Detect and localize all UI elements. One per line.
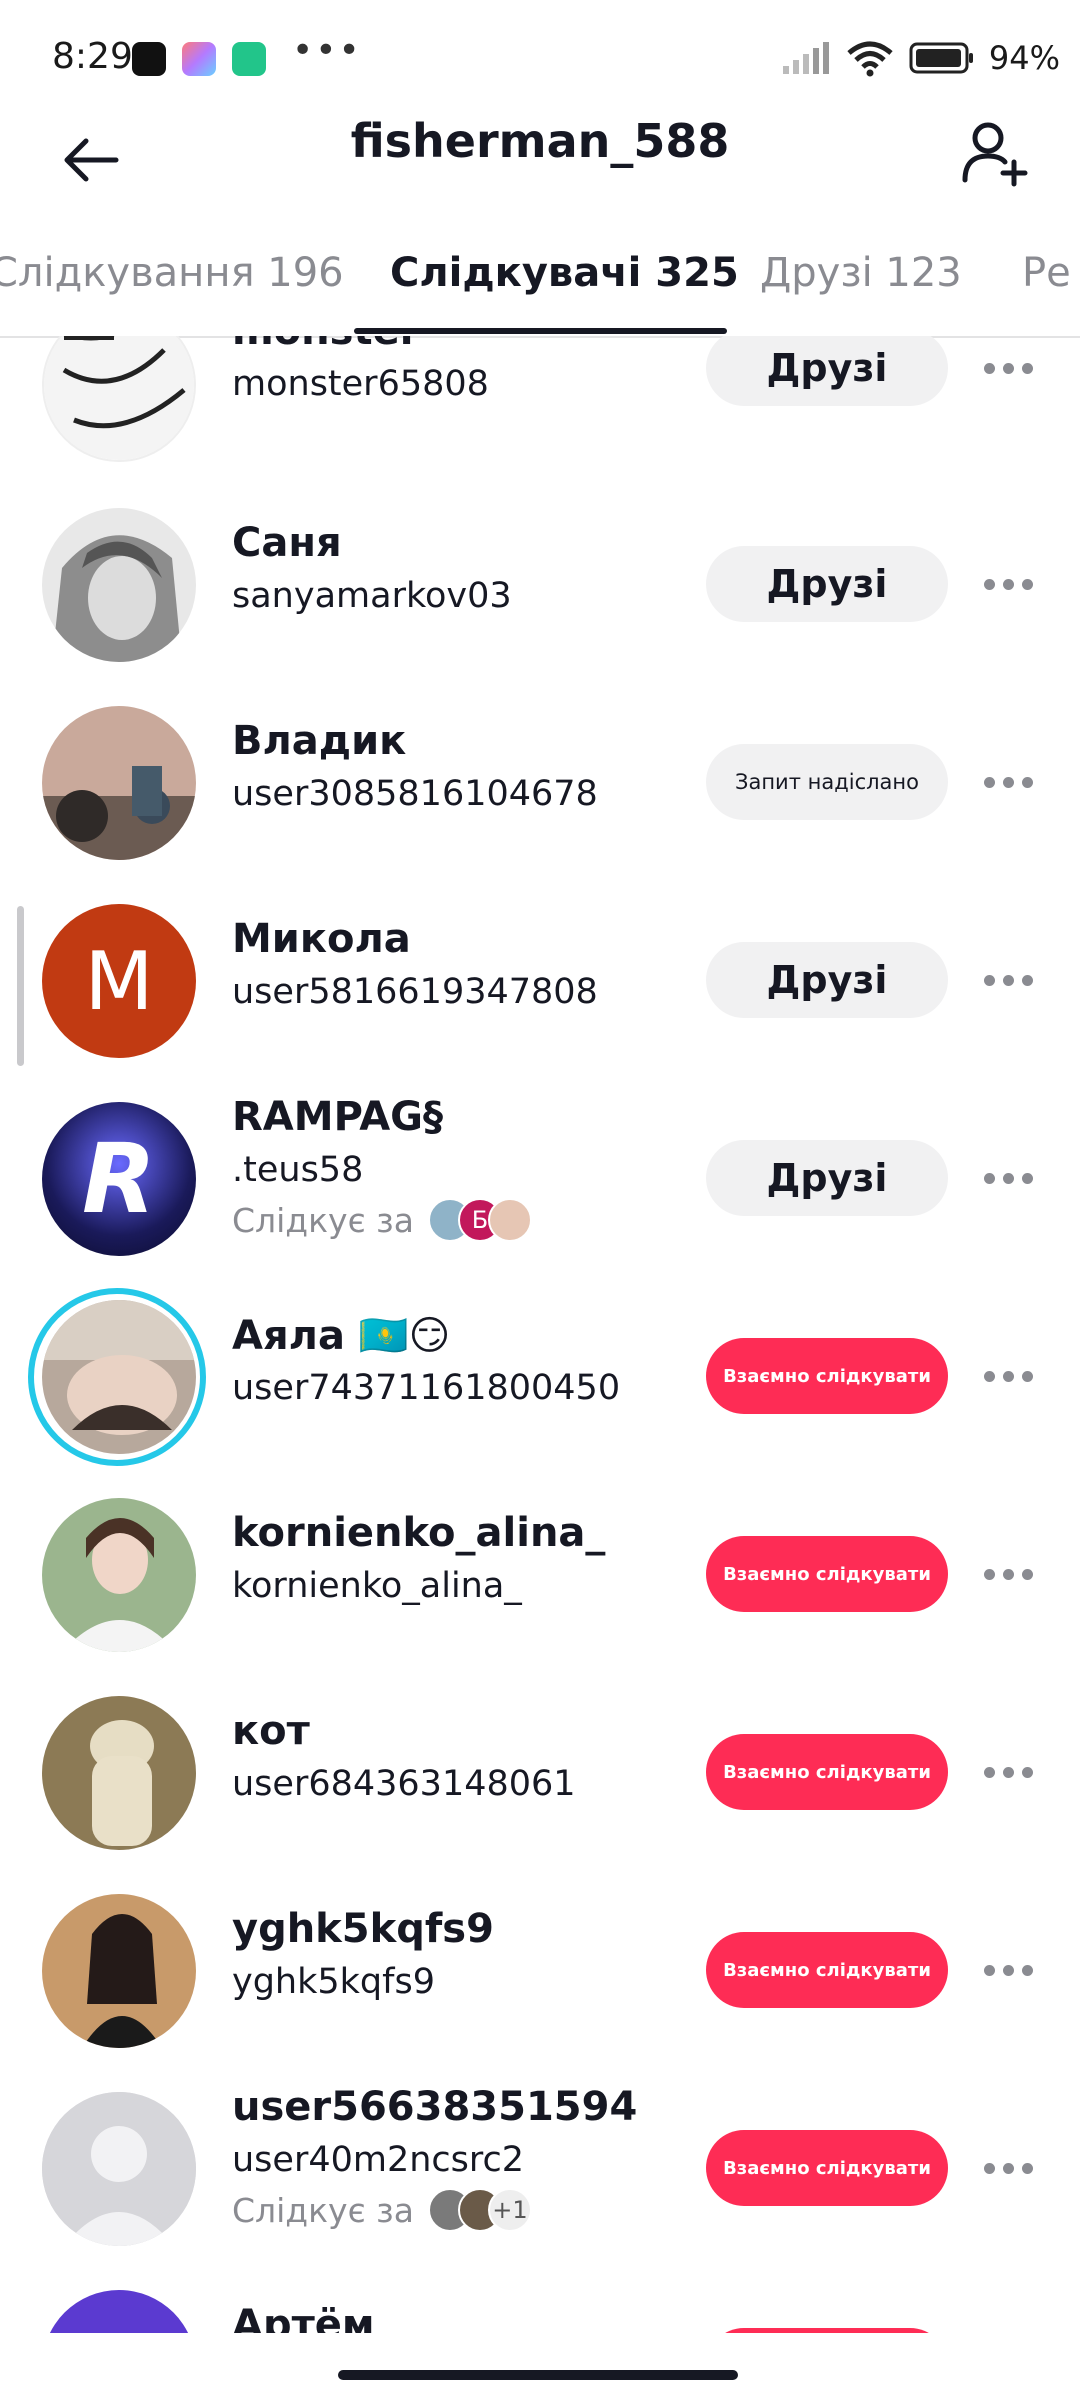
more-options-button[interactable] — [968, 554, 1048, 614]
user-name: Владик — [232, 718, 407, 764]
follow-back-button[interactable]: Взаємно слідкувати — [706, 2130, 948, 2206]
tab-bar: Слідкування 196 Слідкувачі 325 Друзі 123… — [0, 232, 1080, 338]
follow-back-button[interactable]: Взаємно слідкувати — [706, 1338, 948, 1414]
avatar[interactable]: M — [42, 904, 196, 1058]
more-options-button[interactable] — [968, 1148, 1048, 1208]
add-user-icon — [962, 122, 1028, 187]
avatar[interactable] — [42, 1696, 196, 1850]
add-friend-button[interactable] — [950, 108, 1040, 198]
user-handle: user684363148061 — [232, 1764, 576, 1804]
follow-back-button[interactable]: Взаємно слідкувати — [706, 1536, 948, 1612]
follow-back-button[interactable]: Взаємно слідкувати — [706, 1734, 948, 1810]
avatar[interactable] — [42, 508, 196, 662]
follow-back-button[interactable] — [706, 2328, 948, 2333]
battery-icon — [909, 42, 973, 74]
user-name: Микола — [232, 916, 411, 962]
avatar[interactable] — [42, 1300, 196, 1454]
scroll-indicator[interactable] — [17, 906, 24, 1066]
user-name: monster — [232, 336, 419, 354]
user-handle: user40m2ncsrc2 — [232, 2140, 525, 2180]
user-handle: monster65808 — [232, 364, 489, 404]
user-name: Аяла 🇰🇿😏 — [232, 1313, 451, 1359]
followed-by-label: Слідкує за — [232, 2190, 414, 2230]
status-time: 8:29 — [52, 36, 133, 77]
user-name: yghk5kqfs9 — [232, 1906, 494, 1952]
avatar[interactable]: R — [42, 1102, 196, 1256]
avatar[interactable] — [42, 336, 196, 462]
list-item[interactable]: user56638351594 user40m2ncsrc2 Слідкує з… — [0, 2078, 1080, 2276]
tab-friends[interactable]: Друзі 123 — [760, 250, 962, 296]
status-bar: 8:29 ••• 94% — [0, 0, 1080, 112]
list-item[interactable]: yghk5kqfs9 yghk5kqfs9 Взаємно слідкувати — [0, 1880, 1080, 2078]
user-name: user56638351594 — [232, 2084, 638, 2130]
avatar[interactable] — [42, 1498, 196, 1652]
more-options-button[interactable] — [968, 752, 1048, 812]
follow-back-button[interactable]: Взаємно слідкувати — [706, 1932, 948, 2008]
list-item[interactable]: Артём — [0, 2276, 1080, 2333]
signal-icon — [782, 42, 829, 74]
list-item[interactable]: kornienko_alina_ kornienko_alina_ Взаємн… — [0, 1484, 1080, 1682]
user-handle: user74371161800450 — [232, 1368, 621, 1408]
user-handle: kornienko_alina_ — [232, 1566, 522, 1606]
active-tab-indicator — [354, 328, 727, 334]
user-handle: yghk5kqfs9 — [232, 1962, 435, 2002]
request-sent-button[interactable]: Запит надіслано — [706, 744, 948, 820]
tab-recommended[interactable]: Ре — [1022, 250, 1071, 296]
avatar[interactable] — [42, 706, 196, 860]
wifi-icon — [847, 41, 893, 77]
friends-button[interactable]: Друзі — [706, 336, 948, 406]
battery-percentage: 94% — [988, 39, 1060, 77]
list-item[interactable]: Владик user3085816104678 Запит надіслано — [0, 692, 1080, 890]
more-options-button[interactable] — [968, 1346, 1048, 1406]
more-options-button[interactable] — [968, 1544, 1048, 1604]
user-handle: .teus58 — [232, 1150, 364, 1190]
gallery-app-icon — [182, 42, 216, 76]
more-followers-count: +1 — [487, 2188, 532, 2232]
mini-avatar — [487, 1198, 532, 1242]
user-name: RAMPAG§ — [232, 1094, 443, 1140]
avatar-letter: R — [82, 1123, 156, 1235]
default-avatar-icon — [42, 2092, 196, 2246]
header: fisherman_588 — [0, 100, 1080, 230]
more-notifications-icon: ••• — [292, 30, 362, 71]
more-options-button[interactable] — [968, 950, 1048, 1010]
page-title: fisherman_588 — [350, 114, 730, 168]
followed-by: Слідкує за Б — [232, 1198, 532, 1242]
list-item[interactable]: M Микола user5816619347808 Друзі — [0, 890, 1080, 1088]
followers-list[interactable]: monster monster65808 Друзі Саня sanyamar… — [0, 336, 1080, 2333]
avatar[interactable] — [42, 1894, 196, 2048]
user-name: Саня — [232, 520, 342, 566]
user-handle: user3085816104678 — [232, 774, 598, 814]
followed-by: Слідкує за +1 — [232, 2188, 532, 2232]
user-handle: sanyamarkov03 — [232, 576, 512, 616]
shield-app-icon — [232, 42, 266, 76]
friends-button[interactable]: Друзі — [706, 942, 948, 1018]
followed-by-label: Слідкує за — [232, 1200, 414, 1240]
tab-following[interactable]: Слідкування 196 — [0, 250, 344, 296]
avatar-letter: M — [84, 934, 154, 1028]
list-item[interactable]: monster monster65808 Друзі — [0, 336, 1080, 506]
tiktok-app-icon — [132, 42, 166, 76]
more-options-button[interactable] — [968, 2138, 1048, 2198]
more-options-button[interactable] — [968, 338, 1048, 398]
avatar[interactable] — [42, 2290, 196, 2333]
avatar[interactable] — [42, 2092, 196, 2246]
tab-followers[interactable]: Слідкувачі 325 — [390, 250, 739, 296]
list-item[interactable]: R RAMPAG§ .teus58 Слідкує за Б Друзі — [0, 1088, 1080, 1286]
more-options-button[interactable] — [968, 1742, 1048, 1802]
list-item[interactable]: кот user684363148061 Взаємно слідкувати — [0, 1682, 1080, 1880]
more-options-button[interactable] — [968, 1940, 1048, 2000]
friends-button[interactable]: Друзі — [706, 546, 948, 622]
user-name: Артём — [232, 2302, 375, 2333]
friends-button[interactable]: Друзі — [706, 1140, 948, 1216]
home-indicator[interactable] — [338, 2370, 738, 2380]
list-item[interactable]: Саня sanyamarkov03 Друзі — [0, 494, 1080, 692]
list-item[interactable]: Аяла 🇰🇿😏 user74371161800450 Взаємно слід… — [0, 1286, 1080, 1484]
user-name: kornienko_alina_ — [232, 1510, 606, 1556]
user-handle: user5816619347808 — [232, 972, 598, 1012]
user-name: кот — [232, 1708, 310, 1754]
